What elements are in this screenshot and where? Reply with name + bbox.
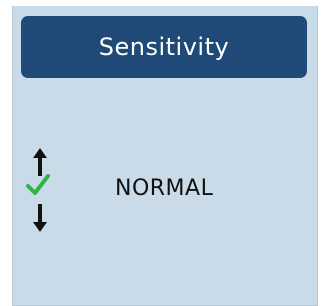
page-title: Sensitivity [98,33,230,61]
device-screen: Sensitivity NORMAL [0,0,322,306]
sensitivity-value: NORMAL [115,176,214,201]
screen-panel: Sensitivity NORMAL [12,6,318,306]
title-bar: Sensitivity [21,16,307,78]
checkmark-icon [26,174,50,195]
arrow-down-icon[interactable] [29,200,51,234]
